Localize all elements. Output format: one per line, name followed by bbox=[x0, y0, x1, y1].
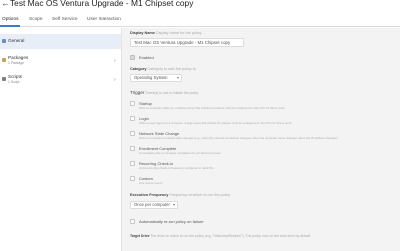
enabled-checkbox-row[interactable]: Enabled bbox=[130, 55, 190, 63]
frequency-selected-value: Once per computer bbox=[134, 202, 170, 207]
enabled-checkbox[interactable] bbox=[130, 55, 135, 60]
sidebar-item-packages[interactable]: Packages 1 Package › bbox=[0, 53, 121, 69]
category-label: Category Category to add the policy to bbox=[130, 67, 196, 71]
sidebar: General Packages 1 Package › Scripts 1 S… bbox=[0, 28, 122, 251]
tab-self-service[interactable]: Self Service bbox=[52, 16, 78, 23]
auto-rerun-label: Automatically re-run policy on failure bbox=[139, 219, 204, 224]
tab-bar: Options Scope Self Service User Interact… bbox=[0, 13, 400, 27]
auto-rerun-row[interactable]: Automatically re-run policy on failure bbox=[130, 219, 280, 227]
sidebar-item-general[interactable]: General bbox=[0, 34, 121, 49]
trigger-login-row[interactable]: Login When a user logs in to a computer.… bbox=[130, 116, 400, 125]
trigger-checkin-checkbox[interactable] bbox=[130, 161, 135, 166]
page-header: ← Test Mac OS Ventura Upgrade - M1 Chips… bbox=[0, 0, 400, 11]
trigger-checkin-row[interactable]: Recurring Check-in At the recurring chec… bbox=[130, 161, 400, 170]
package-icon bbox=[2, 58, 6, 62]
page-title: Test Mac OS Ventura Upgrade - M1 Chipset… bbox=[10, 0, 194, 8]
chevron-right-icon: › bbox=[114, 77, 116, 83]
target-drive-label: Target Drive The drive on which to run t… bbox=[130, 234, 311, 238]
auto-rerun-checkbox[interactable] bbox=[130, 219, 135, 224]
tab-options[interactable]: Options bbox=[2, 16, 19, 23]
trigger-login-checkbox[interactable] bbox=[130, 116, 135, 121]
trigger-login-desc: When a user logs in to a computer. A log… bbox=[139, 121, 292, 125]
trigger-enrollment-row[interactable]: Enrollment Complete Immediately after a … bbox=[130, 146, 400, 155]
frequency-select[interactable]: Once per computer ▾ bbox=[130, 201, 178, 209]
category-selected-value: Operating System bbox=[134, 75, 168, 80]
trigger-enrollment-checkbox[interactable] bbox=[130, 146, 135, 151]
trigger-section: Trigger Event(s) to use to initiate the … bbox=[130, 90, 199, 95]
trigger-checkin-desc: At the recurring check-in frequency conf… bbox=[139, 166, 214, 170]
trigger-custom-desc: At a custom event bbox=[139, 181, 163, 185]
sidebar-item-count: 1 Script bbox=[8, 80, 20, 84]
script-icon bbox=[2, 77, 6, 81]
frequency-label: Execution Frequency Frequency at which t… bbox=[130, 193, 231, 197]
tab-scope[interactable]: Scope bbox=[29, 16, 43, 23]
chevron-down-icon: ▾ bbox=[172, 202, 175, 207]
trigger-startup-desc: When a computer starts up. A startup scr… bbox=[139, 106, 285, 110]
chevron-down-icon: ▾ bbox=[176, 75, 179, 80]
general-settings-panel: Display Name Display name for the policy… bbox=[122, 28, 400, 251]
trigger-network-checkbox[interactable] bbox=[130, 131, 135, 136]
trigger-enrollment-desc: Immediately after a computer completes t… bbox=[139, 151, 221, 155]
trigger-network-row[interactable]: Network State Change When a computer's n… bbox=[130, 131, 400, 140]
active-tab-indicator bbox=[0, 25, 20, 27]
enabled-label: Enabled bbox=[139, 55, 154, 60]
sidebar-item-label: General bbox=[8, 38, 25, 43]
trigger-startup-row[interactable]: Startup When a computer starts up. A sta… bbox=[130, 101, 400, 110]
general-icon bbox=[2, 39, 6, 43]
sidebar-item-count: 1 Package bbox=[8, 61, 25, 65]
display-name-input[interactable]: Test Mac OS Ventura Upgrade - M1 Chipset… bbox=[130, 38, 244, 47]
trigger-custom-row[interactable]: Custom At a custom event bbox=[130, 176, 400, 185]
trigger-custom-checkbox[interactable] bbox=[130, 176, 135, 181]
category-select[interactable]: Operating System ▾ bbox=[130, 74, 182, 82]
sidebar-item-scripts[interactable]: Scripts 1 Script › bbox=[0, 72, 121, 88]
trigger-network-desc: When a computer's network state changes … bbox=[139, 136, 338, 140]
chevron-right-icon: › bbox=[114, 58, 116, 64]
tab-user-interaction[interactable]: User Interaction bbox=[87, 16, 121, 23]
display-name-label: Display Name Display name for the policy bbox=[130, 31, 202, 35]
trigger-startup-checkbox[interactable] bbox=[130, 101, 135, 106]
back-arrow-icon[interactable]: ← bbox=[1, 0, 10, 9]
